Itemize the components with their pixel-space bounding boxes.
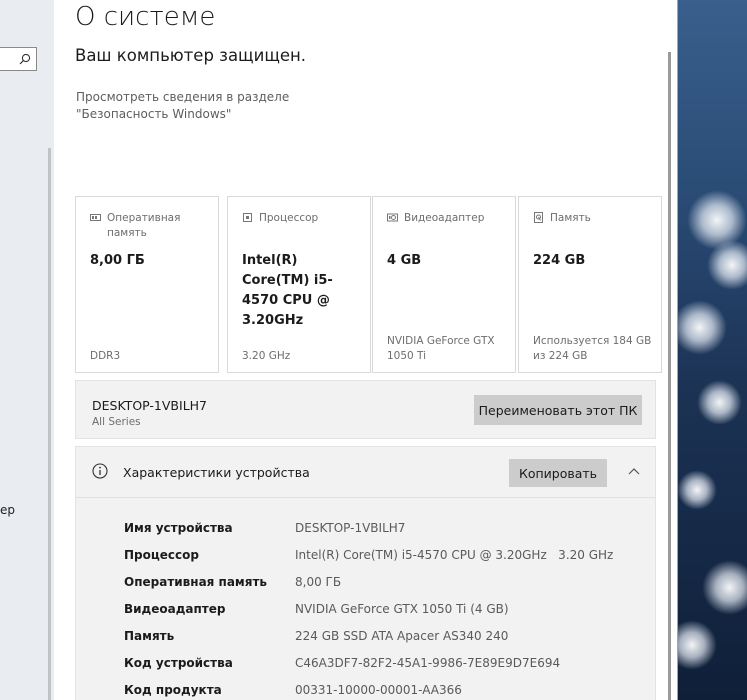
device-specs-title: Характеристики устройства [123, 465, 310, 480]
card-label: Память [550, 212, 591, 224]
card-value: 8,00 ГБ [90, 253, 145, 268]
spec-key: Оперативная память [124, 575, 267, 589]
spec-key: Код продукта [124, 683, 222, 697]
device-specs-panel: Характеристики устройства Копировать Имя… [75, 446, 656, 700]
storage-icon [534, 212, 543, 223]
rename-pc-button[interactable]: Переименовать этот ПК [474, 395, 642, 425]
device-specs-header[interactable]: Характеристики устройства Копировать [76, 447, 655, 498]
cpu-card: Процессор Intel(R) Core(TM) i5-4570 CPU … [227, 196, 371, 373]
video-adapter-icon [387, 213, 398, 222]
desktop-wallpaper [677, 0, 747, 700]
spec-value: 224 GB SSD ATA Apacer AS340 240 [295, 629, 509, 643]
spec-key: Имя устройства [124, 521, 233, 535]
device-name-panel: DESKTOP-1VBILH7 All Series Переименовать… [75, 380, 656, 439]
card-value: 4 GB [387, 253, 422, 268]
sidebar-scrollbar[interactable] [48, 148, 51, 700]
window-border [677, 0, 678, 700]
card-value: 224 GB [533, 253, 586, 268]
spec-value: NVIDIA GeForce GTX 1050 Ti (4 GB) [295, 602, 509, 616]
card-value: Intel(R) Core(TM) i5-4570 CPU @ 3.20GHz [242, 253, 333, 328]
spec-key: Видеоадаптер [124, 602, 226, 616]
device-name: DESKTOP-1VBILH7 [92, 398, 208, 413]
storage-card: Память 224 GB Используется 184 GB из 224… [518, 196, 662, 373]
about-page: О системе Ваш компьютер защищен. Просмот… [54, 0, 677, 700]
copy-button[interactable]: Копировать [509, 459, 607, 487]
spec-key: Процессор [124, 548, 199, 562]
gpu-card: Видеоадаптер 4 GB NVIDIA GeForce GTX 105… [372, 196, 516, 373]
protection-status: Ваш компьютер защищен. [75, 46, 307, 65]
card-subtext: Используется 184 GB из 224 GB [533, 335, 652, 362]
search-icon [19, 53, 31, 65]
card-subtext: DDR3 [90, 350, 121, 362]
card-subtext: 3.20 GHz [242, 350, 291, 362]
card-label: Процессор [259, 212, 319, 224]
memory-icon [90, 214, 101, 221]
card-subtext: NVIDIA GeForce GTX 1050 Ti [387, 335, 495, 362]
sidebar-item-label[interactable]: ер [0, 503, 15, 517]
spec-value: 8,00 ГБ [295, 575, 342, 589]
windows-security-link[interactable]: Просмотреть сведения в разделе "Безопасн… [76, 89, 376, 123]
spec-key: Память [124, 629, 175, 643]
window-scrollbar[interactable] [668, 52, 671, 700]
card-label: Видеоадаптер [404, 212, 485, 224]
spec-value: DESKTOP-1VBILH7 [295, 521, 406, 535]
info-icon [92, 463, 108, 479]
device-model: All Series [92, 416, 141, 428]
spec-value: Intel(R) Core(TM) i5-4570 CPU @ 3.20GHz … [295, 548, 614, 562]
search-field[interactable] [0, 47, 37, 71]
spec-value: C46A3DF7-82F2-45A1-9986-7E89E9D7E694 [295, 656, 561, 670]
spec-value: 00331-10000-00001-AA366 [295, 683, 462, 697]
spec-key: Код устройства [124, 656, 233, 670]
page-title: О системе [75, 2, 216, 32]
ram-card: Оперативная память 8,00 ГБ DDR3 [75, 196, 219, 373]
processor-icon [243, 213, 252, 222]
settings-sidebar: ер [0, 0, 55, 700]
chevron-up-icon[interactable] [627, 467, 641, 477]
card-label: Оперативная память [107, 212, 181, 239]
